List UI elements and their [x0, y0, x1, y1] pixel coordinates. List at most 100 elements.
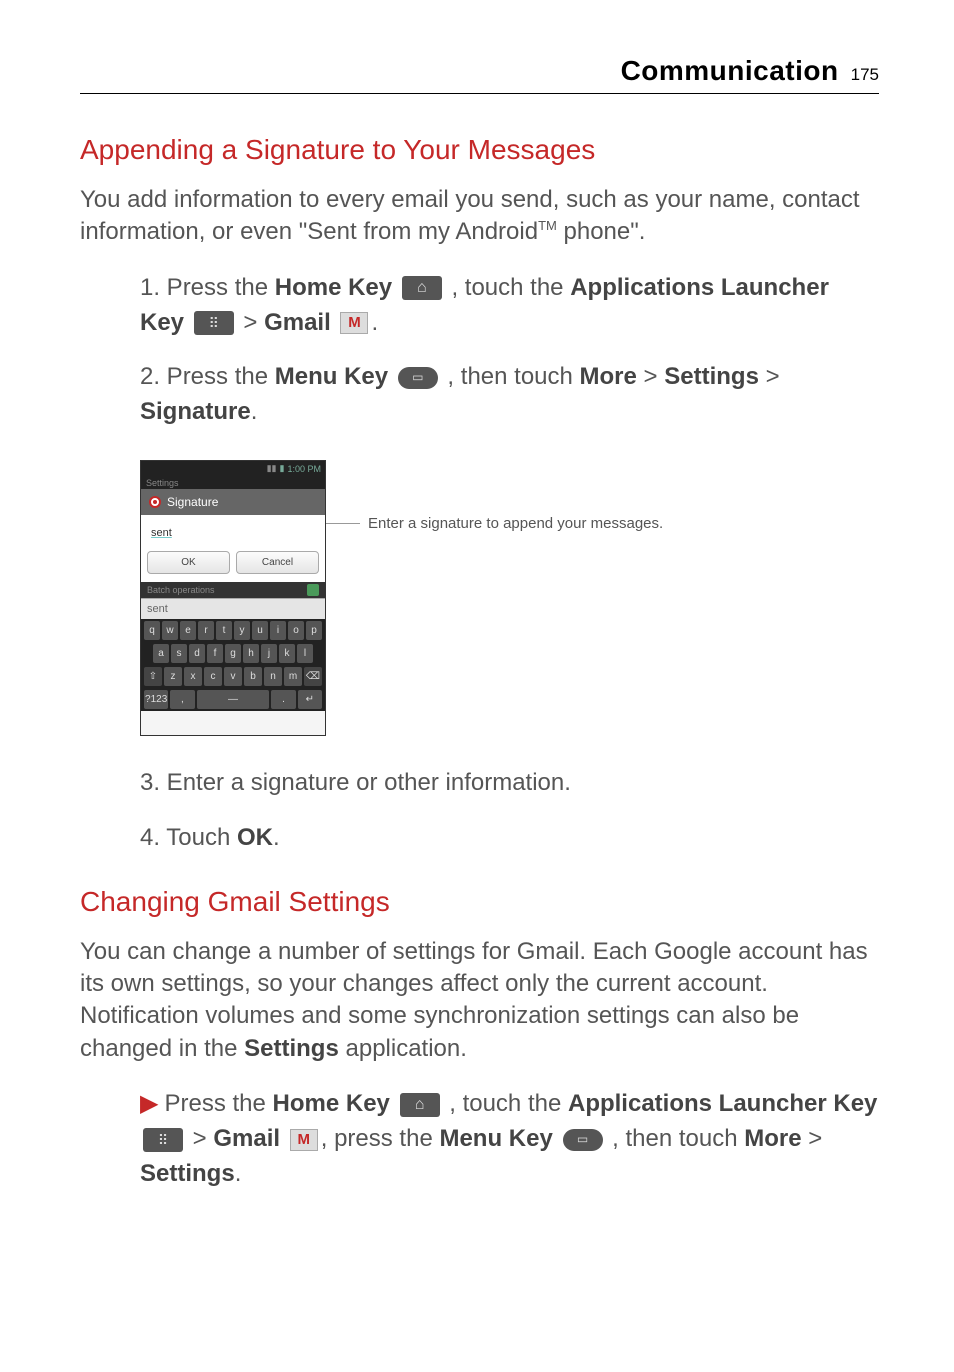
ok-button: OK: [147, 551, 230, 574]
screen-title-bar: Settings: [141, 477, 325, 489]
intro-text-b: phone".: [557, 218, 646, 245]
b-settings: Settings: [140, 1160, 235, 1187]
dialog-buttons: OK Cancel: [141, 551, 325, 582]
step1-a: 1. Press the: [140, 274, 275, 301]
s2-settings-word: Settings: [244, 1035, 339, 1062]
step1-c: , touch the: [445, 274, 570, 301]
b-menu-key: Menu Key: [439, 1125, 552, 1152]
signature-input-value: sent: [151, 527, 172, 539]
key: .: [271, 690, 295, 709]
key: n: [264, 667, 282, 686]
key: h: [243, 644, 259, 663]
keyboard-prediction: sent: [141, 598, 325, 619]
b-e: >: [186, 1125, 213, 1152]
key-row-4: ?123,—.↵: [141, 688, 325, 711]
batch-check-icon: [307, 584, 319, 596]
batch-row: Batch operations: [141, 582, 325, 598]
key: ↵: [298, 690, 322, 709]
b-g: , press the: [321, 1125, 440, 1152]
callout-text: Enter a signature to append your message…: [368, 515, 663, 532]
key: y: [234, 621, 250, 640]
menu-key-icon: [398, 367, 438, 389]
key: ⌫: [304, 667, 322, 686]
battery-icon: ▮: [280, 463, 285, 474]
step-2: 2. Press the Menu Key , then touch More …: [140, 360, 879, 430]
step-1: 1. Press the Home Key , touch the Applic…: [140, 271, 879, 341]
step2-signature: Signature: [140, 398, 251, 425]
step2-more: More: [580, 363, 637, 390]
key: s: [171, 644, 187, 663]
key: u: [252, 621, 268, 640]
step2-i: .: [251, 398, 258, 425]
key: ,: [170, 690, 194, 709]
key: j: [261, 644, 277, 663]
tm-mark: TM: [538, 218, 557, 233]
step-4: 4. Touch OK.: [140, 821, 879, 856]
step4-a: 4. Touch: [140, 824, 237, 851]
b-i: , then touch: [606, 1125, 745, 1152]
step-3: 3. Enter a signature or other informatio…: [140, 766, 879, 801]
phone-screenshot: ▮▮ ▮ 1:00 PM Settings Signature sent OK …: [140, 460, 326, 736]
key: ⇧: [144, 667, 162, 686]
step1-e: >: [237, 309, 264, 336]
clock: 1:00 PM: [287, 464, 321, 474]
section-title-settings: Changing Gmail Settings: [80, 886, 879, 918]
step2-settings: Settings: [664, 363, 759, 390]
key: ?123: [144, 690, 168, 709]
b-gmail: Gmail: [213, 1125, 280, 1152]
home-key-icon: [402, 276, 442, 300]
step2-a: 2. Press the: [140, 363, 275, 390]
gmail-icon-2: [290, 1129, 318, 1151]
launcher-key-icon: [194, 311, 234, 335]
triangle-bullet-icon: ▶: [140, 1087, 158, 1122]
step1-g: .: [371, 309, 378, 336]
step2-menu-key: Menu Key: [275, 363, 388, 390]
gmail-icon: [340, 312, 368, 334]
screen-title: Settings: [146, 478, 179, 488]
page-number: 175: [851, 65, 879, 85]
b-launcher: Applications Launcher Key: [568, 1090, 877, 1117]
s2-body-a: You can change a number of settings for …: [80, 938, 868, 1062]
dialog-title: Signature: [167, 495, 218, 509]
steps-list-1: 1. Press the Home Key , touch the Applic…: [140, 271, 879, 430]
key: q: [144, 621, 160, 640]
key: c: [204, 667, 222, 686]
screenshot-container: ▮▮ ▮ 1:00 PM Settings Signature sent OK …: [140, 460, 879, 736]
key: —: [197, 690, 270, 709]
b-more: More: [744, 1125, 801, 1152]
batch-label: Batch operations: [147, 585, 215, 595]
steps-list-2: 3. Enter a signature or other informatio…: [140, 766, 879, 856]
home-key-icon-2: [400, 1093, 440, 1117]
signature-input-area: sent: [141, 515, 325, 551]
key: x: [184, 667, 202, 686]
key: e: [180, 621, 196, 640]
key: o: [288, 621, 304, 640]
keyboard: qwertyuiop asdfghjkl ⇧zxcvbnm⌫ ?123,—.↵: [141, 619, 325, 711]
signature-dialog: Signature sent OK Cancel: [141, 489, 325, 582]
key: b: [244, 667, 262, 686]
launcher-key-icon-2: [143, 1128, 183, 1152]
key: d: [189, 644, 205, 663]
step4-c: .: [273, 824, 280, 851]
dialog-icon: [149, 496, 161, 508]
key: w: [162, 621, 178, 640]
key: v: [224, 667, 242, 686]
s2-body-c: application.: [339, 1035, 467, 1062]
intro-text-a: You add information to every email you s…: [80, 186, 860, 245]
step2-g: >: [759, 363, 780, 390]
key-row-1: qwertyuiop: [141, 619, 325, 642]
key: l: [297, 644, 313, 663]
b-a: Press the: [164, 1090, 272, 1117]
key-row-3: ⇧zxcvbnm⌫: [141, 665, 325, 688]
header-title: Communication: [621, 55, 839, 87]
bullet-step: ▶Press the Home Key , touch the Applicat…: [140, 1087, 879, 1191]
cancel-button: Cancel: [236, 551, 319, 574]
b-home-key: Home Key: [273, 1090, 390, 1117]
key: k: [279, 644, 295, 663]
section1-intro: You add information to every email you s…: [80, 184, 879, 249]
statusbar: ▮▮ ▮ 1:00 PM: [141, 461, 325, 477]
key: i: [270, 621, 286, 640]
b-c: , touch the: [443, 1090, 568, 1117]
key: m: [284, 667, 302, 686]
menu-key-icon-2: [563, 1129, 603, 1151]
